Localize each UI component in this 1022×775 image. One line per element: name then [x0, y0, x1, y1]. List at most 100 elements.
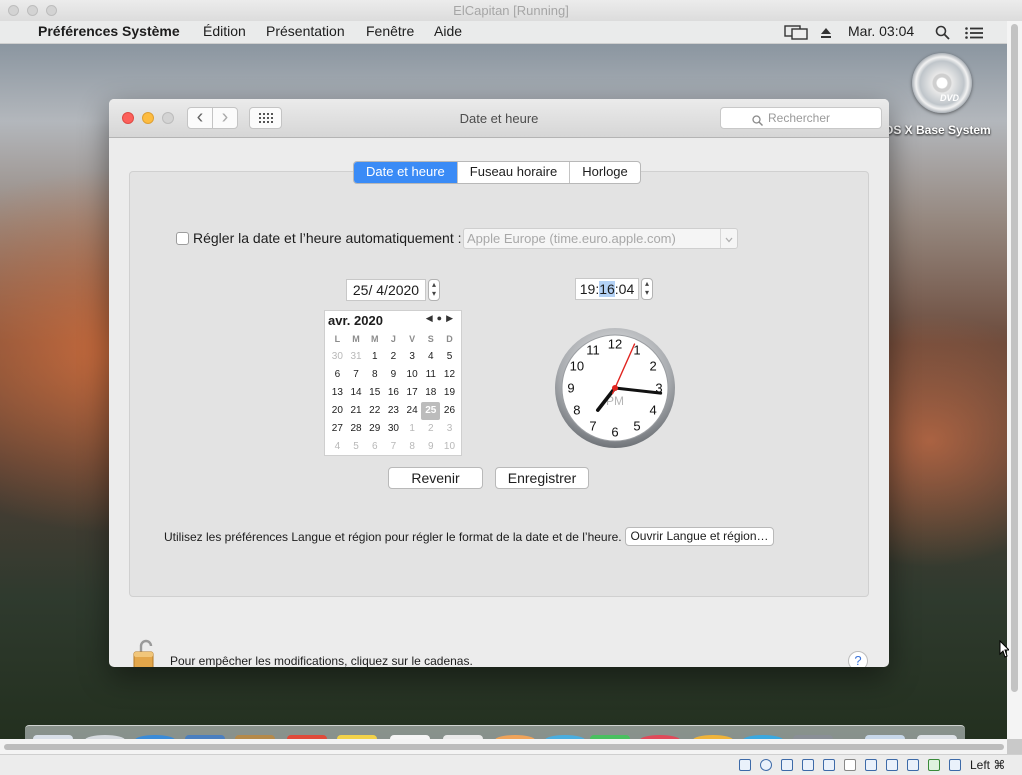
display-icon[interactable]	[865, 759, 877, 771]
padlock-icon[interactable]	[133, 639, 155, 667]
stepper-up-icon[interactable]: ▴	[642, 279, 652, 288]
date-day[interactable]: 25	[353, 282, 369, 298]
next-month-icon[interactable]: ▶	[446, 313, 457, 323]
tab-horloge[interactable]: Horloge	[569, 162, 640, 183]
calendar-day[interactable]: 1	[365, 348, 384, 366]
calendar-day[interactable]: 9	[384, 366, 403, 384]
tab-fuseau-horaire[interactable]: Fuseau horaire	[456, 162, 569, 183]
horizontal-scrollbar-thumb[interactable]	[4, 744, 1004, 750]
notification-center-icon[interactable]	[965, 26, 983, 42]
calendar-day[interactable]: 4	[328, 438, 347, 456]
calendar-day[interactable]: 19	[440, 384, 459, 402]
clock-number: 11	[586, 342, 600, 357]
calendar-day[interactable]: 2	[421, 420, 440, 438]
help-button[interactable]: ?	[848, 651, 868, 667]
calendar-day[interactable]: 7	[347, 366, 366, 384]
stepper-up-icon[interactable]: ▴	[429, 280, 439, 289]
host-window-titlebar: ElCapitan [Running]	[0, 0, 1022, 22]
revert-button[interactable]: Revenir	[388, 467, 483, 489]
time-field[interactable]: 19:16:04	[575, 278, 639, 300]
calendar-day[interactable]: 1	[403, 420, 422, 438]
calendar-day[interactable]: 28	[347, 420, 366, 438]
calendar-day[interactable]: 29	[365, 420, 384, 438]
calendar-day[interactable]: 10	[403, 366, 422, 384]
calendar-day[interactable]: 27	[328, 420, 347, 438]
calendar-day[interactable]: 31	[347, 348, 366, 366]
menubar-clock[interactable]: Mar. 03:04	[848, 23, 914, 39]
calendar-day[interactable]: 16	[384, 384, 403, 402]
calendar-day[interactable]: 3	[403, 348, 422, 366]
time-seconds[interactable]: 04	[619, 281, 635, 297]
calendar-day[interactable]: 8	[403, 438, 422, 456]
video-capture-icon[interactable]	[886, 759, 898, 771]
auto-set-checkbox[interactable]	[176, 232, 189, 245]
calendar-day[interactable]: 30	[328, 348, 347, 366]
calendar-day[interactable]: 15	[365, 384, 384, 402]
date-stepper[interactable]: ▴ ▾	[428, 279, 440, 301]
usb-icon[interactable]	[823, 759, 835, 771]
calendar-day[interactable]: 25	[421, 402, 441, 420]
menu-presentation[interactable]: Présentation	[266, 23, 345, 39]
previous-month-icon[interactable]: ◀	[426, 313, 437, 323]
time-hours[interactable]: 19	[580, 281, 596, 297]
calendar-day[interactable]: 11	[421, 366, 440, 384]
tab-date-heure[interactable]: Date et heure	[354, 162, 457, 183]
shared-folders-icon[interactable]	[844, 759, 856, 771]
stepper-down-icon[interactable]: ▾	[429, 289, 439, 298]
menu-app-name[interactable]: Préférences Système	[38, 23, 180, 39]
calendar-day[interactable]: 24	[403, 402, 422, 420]
keyboard-capture-icon[interactable]	[949, 759, 961, 771]
calendar-day[interactable]: 30	[384, 420, 403, 438]
calendar-day[interactable]: 3	[440, 420, 459, 438]
open-language-region-button[interactable]: Ouvrir Langue et région…	[625, 527, 774, 546]
calendar-day[interactable]: 17	[403, 384, 422, 402]
time-server-select[interactable]: Apple Europe (time.euro.apple.com)	[463, 228, 738, 249]
guest-additions-icon[interactable]	[928, 759, 940, 771]
menu-edition[interactable]: Édition	[203, 23, 246, 39]
display-mirroring-icon[interactable]	[784, 25, 808, 43]
eject-icon[interactable]	[820, 26, 832, 42]
dvd-disc-icon[interactable]	[912, 53, 972, 113]
menu-fenetre[interactable]: Fenêtre	[366, 23, 414, 39]
calendar-day[interactable]: 21	[347, 402, 366, 420]
cpu-icon[interactable]	[907, 759, 919, 771]
calendar[interactable]: avr. 2020 ◀●▶ L M M J V S D 30 31 1 2 3 4 5 6 7 8…	[324, 310, 462, 456]
calendar-day[interactable]: 18	[421, 384, 440, 402]
time-minutes[interactable]: 16	[599, 281, 615, 297]
clock-number: 8	[573, 403, 580, 418]
today-icon[interactable]: ●	[437, 313, 446, 323]
time-stepper[interactable]: ▴ ▾	[641, 278, 653, 300]
search-input[interactable]: Rechercher	[720, 107, 882, 129]
calendar-day[interactable]: 7	[384, 438, 403, 456]
menu-aide[interactable]: Aide	[434, 23, 462, 39]
network-icon[interactable]	[802, 759, 814, 771]
calendar-day[interactable]: 13	[328, 384, 347, 402]
calendar-day[interactable]: 9	[421, 438, 440, 456]
date-field[interactable]: 25/ 4/2020	[346, 279, 426, 301]
calendar-day[interactable]: 14	[347, 384, 366, 402]
calendar-day[interactable]: 20	[328, 402, 347, 420]
calendar-day[interactable]: 4	[421, 348, 440, 366]
hard-disk-icon[interactable]	[739, 759, 751, 771]
calendar-day[interactable]: 12	[440, 366, 459, 384]
spotlight-search-icon[interactable]	[935, 25, 950, 43]
calendar-day[interactable]: 6	[365, 438, 384, 456]
calendar-day[interactable]: 2	[384, 348, 403, 366]
calendar-day[interactable]: 26	[440, 402, 459, 420]
calendar-day[interactable]: 10	[440, 438, 459, 456]
search-placeholder: Rechercher	[768, 111, 831, 125]
calendar-day[interactable]: 22	[365, 402, 384, 420]
calendar-day[interactable]: 8	[365, 366, 384, 384]
calendar-day[interactable]: 5	[347, 438, 366, 456]
date-month[interactable]: 4	[376, 282, 384, 298]
calendar-day[interactable]: 23	[384, 402, 403, 420]
audio-icon[interactable]	[781, 759, 793, 771]
calendar-day[interactable]: 6	[328, 366, 347, 384]
calendar-day[interactable]: 5	[440, 348, 459, 366]
save-button[interactable]: Enregistrer	[495, 467, 589, 489]
optical-drive-icon[interactable]	[760, 759, 772, 771]
dvd-disc-label[interactable]: OS X Base System	[884, 123, 991, 137]
stepper-down-icon[interactable]: ▾	[642, 288, 652, 297]
vertical-scrollbar-thumb[interactable]	[1011, 24, 1018, 692]
date-year[interactable]: 2020	[388, 282, 419, 298]
